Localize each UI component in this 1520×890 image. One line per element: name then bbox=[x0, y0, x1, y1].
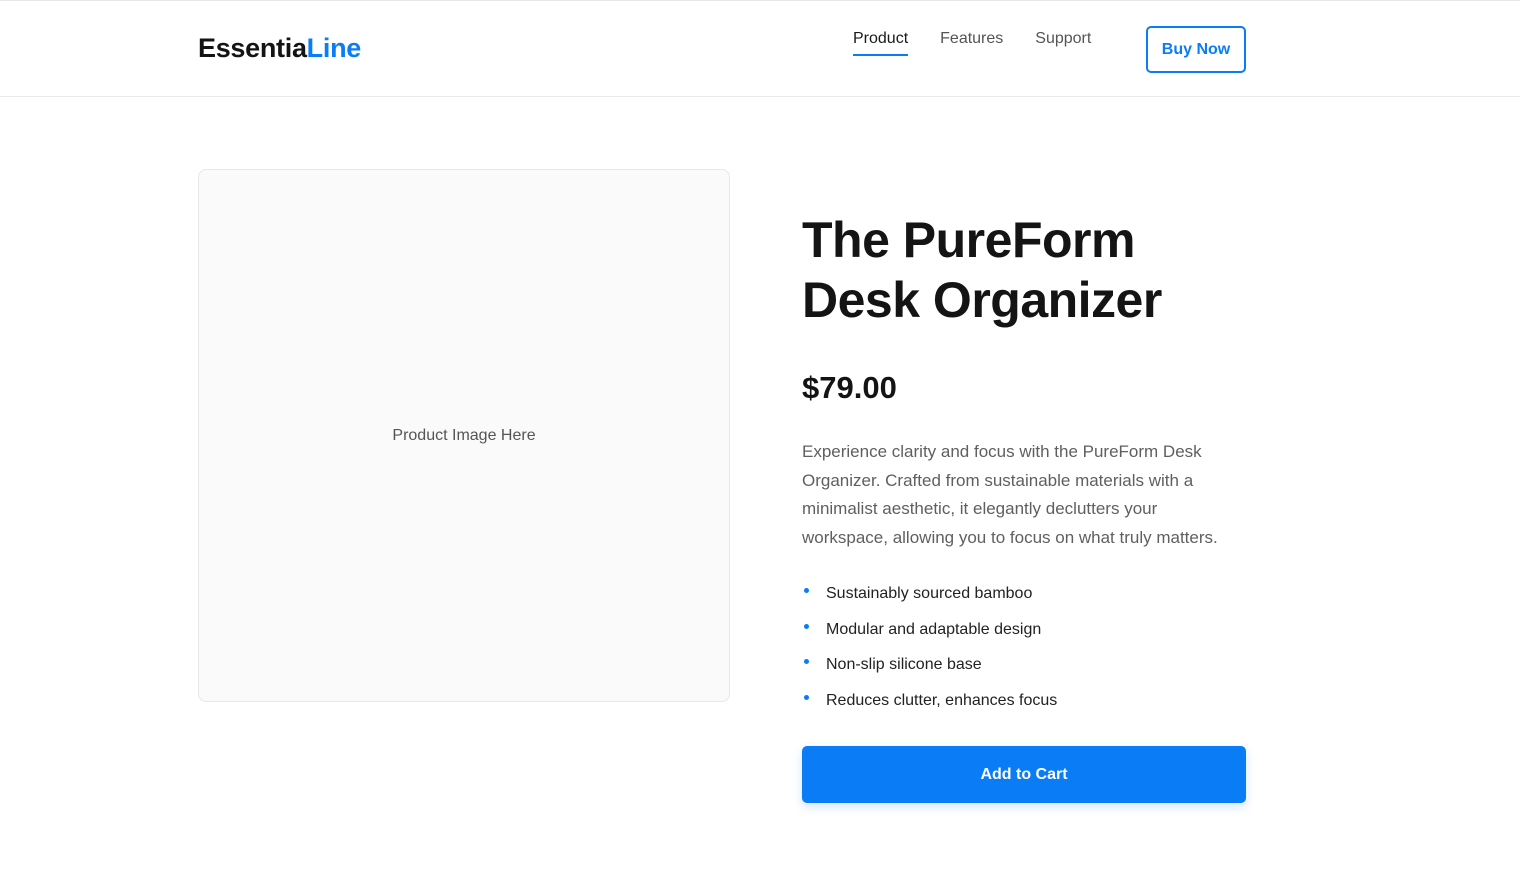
main-nav: Product Features Support bbox=[853, 30, 1091, 56]
feature-item: Modular and adaptable design bbox=[802, 618, 1246, 654]
feature-text: Sustainably sourced bamboo bbox=[826, 585, 1033, 603]
product-title-line-1: The PureForm bbox=[802, 212, 1135, 268]
add-to-cart-button[interactable]: Add to Cart bbox=[802, 746, 1246, 803]
feature-text: Non-slip silicone base bbox=[826, 656, 982, 674]
product-title: The PureForm Desk Organizer bbox=[802, 210, 1246, 330]
feature-text: Modular and adaptable design bbox=[826, 620, 1042, 638]
logo-text-accent: Line bbox=[306, 33, 362, 63]
product-title-line-2: Desk Organizer bbox=[802, 272, 1162, 328]
product-price: $79.00 bbox=[802, 370, 897, 405]
brand-logo[interactable]: EssentiaLine bbox=[198, 33, 361, 64]
feature-list: Sustainably sourced bamboo Modular and a… bbox=[802, 582, 1246, 724]
dot-bullet-icon bbox=[804, 659, 809, 665]
feature-item: Sustainably sourced bamboo bbox=[802, 582, 1246, 618]
dot-bullet-icon bbox=[804, 694, 809, 700]
nav-link-product[interactable]: Product bbox=[853, 30, 909, 56]
product-details: The PureForm Desk Organizer $79.00 Exper… bbox=[802, 210, 1246, 724]
buy-now-button[interactable]: Buy Now bbox=[1146, 26, 1246, 73]
logo-text-main: Essentia bbox=[198, 33, 307, 63]
feature-item: Non-slip silicone base bbox=[802, 653, 1246, 689]
dot-bullet-icon bbox=[804, 588, 809, 594]
site-header: EssentiaLine Product Features Support Bu… bbox=[0, 0, 1520, 97]
product-image-placeholder: Product Image Here bbox=[198, 169, 730, 702]
product-image-label: Product Image Here bbox=[392, 426, 536, 444]
nav-link-features[interactable]: Features bbox=[940, 30, 1003, 56]
product-description: Experience clarity and focus with the Pu… bbox=[802, 442, 1218, 547]
feature-item: Reduces clutter, enhances focus bbox=[802, 689, 1246, 725]
dot-bullet-icon bbox=[804, 623, 809, 629]
feature-text: Reduces clutter, enhances focus bbox=[826, 691, 1058, 709]
nav-link-support[interactable]: Support bbox=[1035, 30, 1091, 56]
